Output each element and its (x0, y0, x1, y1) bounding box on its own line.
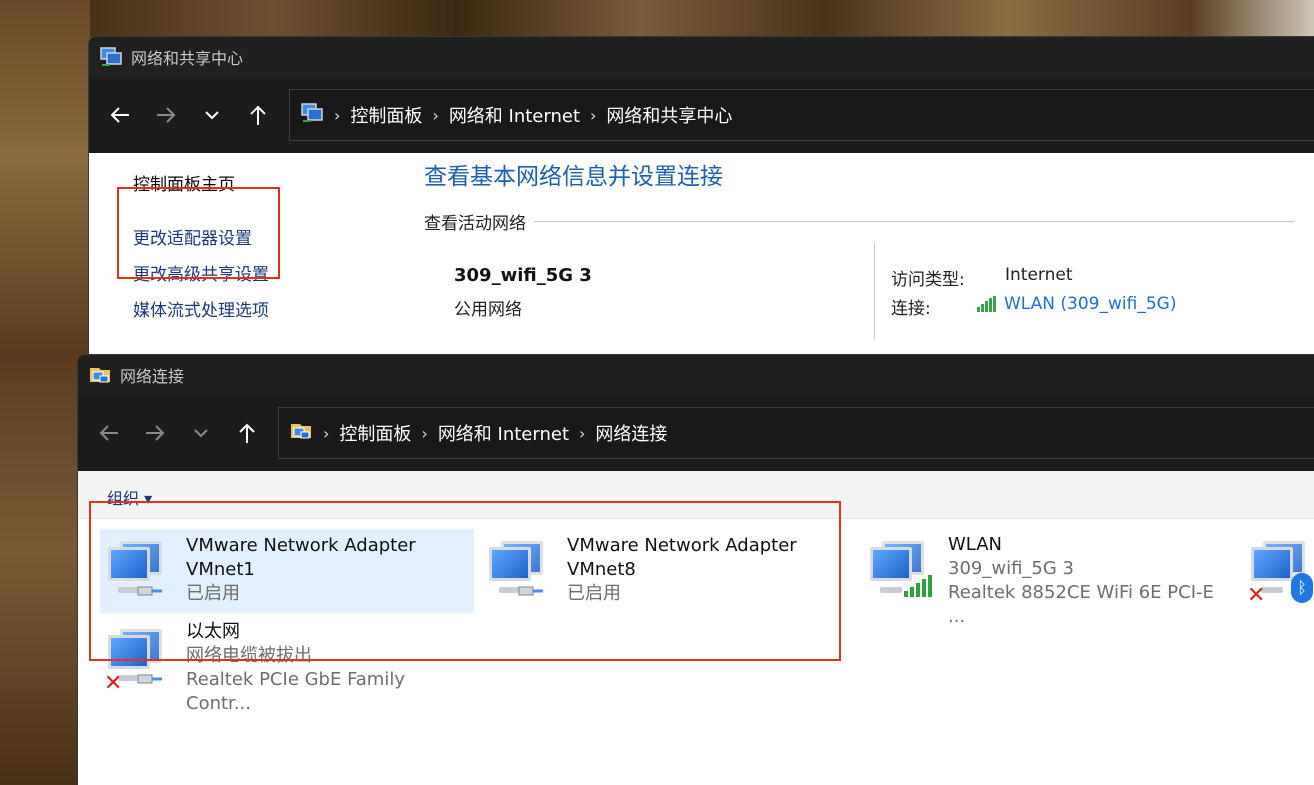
title-bar: 网络和共享中心 (89, 37, 1314, 77)
breadcrumb-separator: › (334, 105, 341, 125)
network-name: 309_wifi_5G 3 (454, 265, 592, 286)
adapter-status: 309_wifi_5G 3 (948, 558, 1074, 579)
adapter-wlan[interactable]: WLAN 309_wifi_5G 3 Realtek 8852CE WiFi 6… (862, 529, 1236, 627)
divider (534, 221, 1294, 222)
divider (874, 243, 875, 339)
red-x-icon: ✕ (104, 671, 123, 696)
desktop-tile (90, 0, 1314, 36)
back-arrow-icon[interactable] (97, 92, 143, 138)
highlight-box (117, 187, 280, 279)
adapter-device: Realtek 8852CE WiFi 6E PCI-E ... (948, 582, 1214, 627)
navigation-bar: › 控制面板 › 网络和 Internet › 网络和共享中心 (89, 77, 1314, 153)
breadcrumb-separator: › (421, 423, 428, 443)
network-connections-window: 网络连接 › 控制面板 › 网络和 Internet › 网络连接 组织 ▾ V… (77, 354, 1314, 785)
breadcrumb-control-panel[interactable]: 控制面板 (350, 102, 422, 128)
access-type-value: Internet (1005, 265, 1073, 285)
title-bar: 网络连接 (78, 355, 1314, 395)
navigation-bar: › 控制面板 › 网络和 Internet › 网络连接 (78, 395, 1314, 471)
nav-media-streaming[interactable]: 媒体流式处理选项 (133, 299, 269, 335)
back-arrow-icon[interactable] (86, 410, 132, 456)
breadcrumb-network-internet[interactable]: 网络和 Internet (438, 420, 569, 446)
access-type-label: 访问类型: (891, 270, 965, 290)
network-sharing-center-window: 网络和共享中心 › 控制面板 › 网络和 Internet › 网络和共享中心 (88, 36, 1314, 366)
network-icon (99, 46, 123, 68)
window-title: 网络和共享中心 (131, 49, 244, 68)
red-x-icon: ✕ (1247, 583, 1266, 608)
address-bar[interactable]: › 控制面板 › 网络和 Internet › 网络和共享中心 (289, 89, 1314, 141)
page-title: 查看基本网络信息并设置连接 (424, 164, 723, 190)
breadcrumb-sharing-center[interactable]: 网络和共享中心 (606, 102, 732, 128)
breadcrumb-network-internet[interactable]: 网络和 Internet (449, 102, 580, 128)
connection-link-text: WLAN (309_wifi_5G) (1004, 294, 1177, 314)
breadcrumb-separator: › (579, 423, 586, 443)
forward-arrow-icon[interactable] (132, 410, 178, 456)
adapter-device: Realtek PCIe GbE Family Contr... (186, 669, 405, 714)
window-content: 控制面板主页 更改适配器设置 更改高级共享设置 媒体流式处理选项 查看基本网络信… (89, 153, 1314, 365)
network-category[interactable]: 公用网络 (454, 295, 522, 320)
breadcrumb-separator: › (590, 105, 597, 125)
section-title: 查看活动网络 (424, 214, 526, 234)
forward-arrow-icon[interactable] (143, 92, 189, 138)
adapter-bluetooth[interactable]: ✕ ᛒ (1243, 529, 1314, 613)
address-bar[interactable]: › 控制面板 › 网络和 Internet › 网络连接 (278, 407, 1314, 459)
wifi-bars-icon (977, 296, 996, 312)
connections-label: 连接: (891, 299, 931, 319)
up-arrow-icon[interactable] (235, 92, 281, 138)
up-arrow-icon[interactable] (224, 410, 270, 456)
wifi-bars-icon (904, 575, 932, 597)
network-adapter-icon (862, 529, 942, 613)
network-adapter-icon: ✕ ᛒ (1243, 529, 1314, 613)
network-connections-icon (289, 420, 313, 447)
network-connections-icon (88, 364, 112, 386)
connection-link[interactable]: WLAN (309_wifi_5G) (977, 294, 1176, 314)
bluetooth-icon: ᛒ (1291, 573, 1313, 603)
adapter-name: WLAN (948, 534, 1003, 555)
window-title: 网络连接 (120, 367, 185, 386)
breadcrumb-separator: › (432, 105, 439, 125)
section-header: 查看活动网络 (424, 209, 1294, 234)
breadcrumb-control-panel[interactable]: 控制面板 (339, 420, 411, 446)
chevron-down-icon[interactable] (178, 410, 224, 456)
chevron-down-icon[interactable] (189, 92, 235, 138)
network-icon (300, 102, 324, 129)
breadcrumb-network-connections[interactable]: 网络连接 (595, 420, 667, 446)
highlight-box (89, 501, 841, 661)
window-content: 组织 ▾ VMware Network Adapter VMnet1 已启用 V… (78, 471, 1314, 785)
breadcrumb-separator: › (323, 423, 330, 443)
